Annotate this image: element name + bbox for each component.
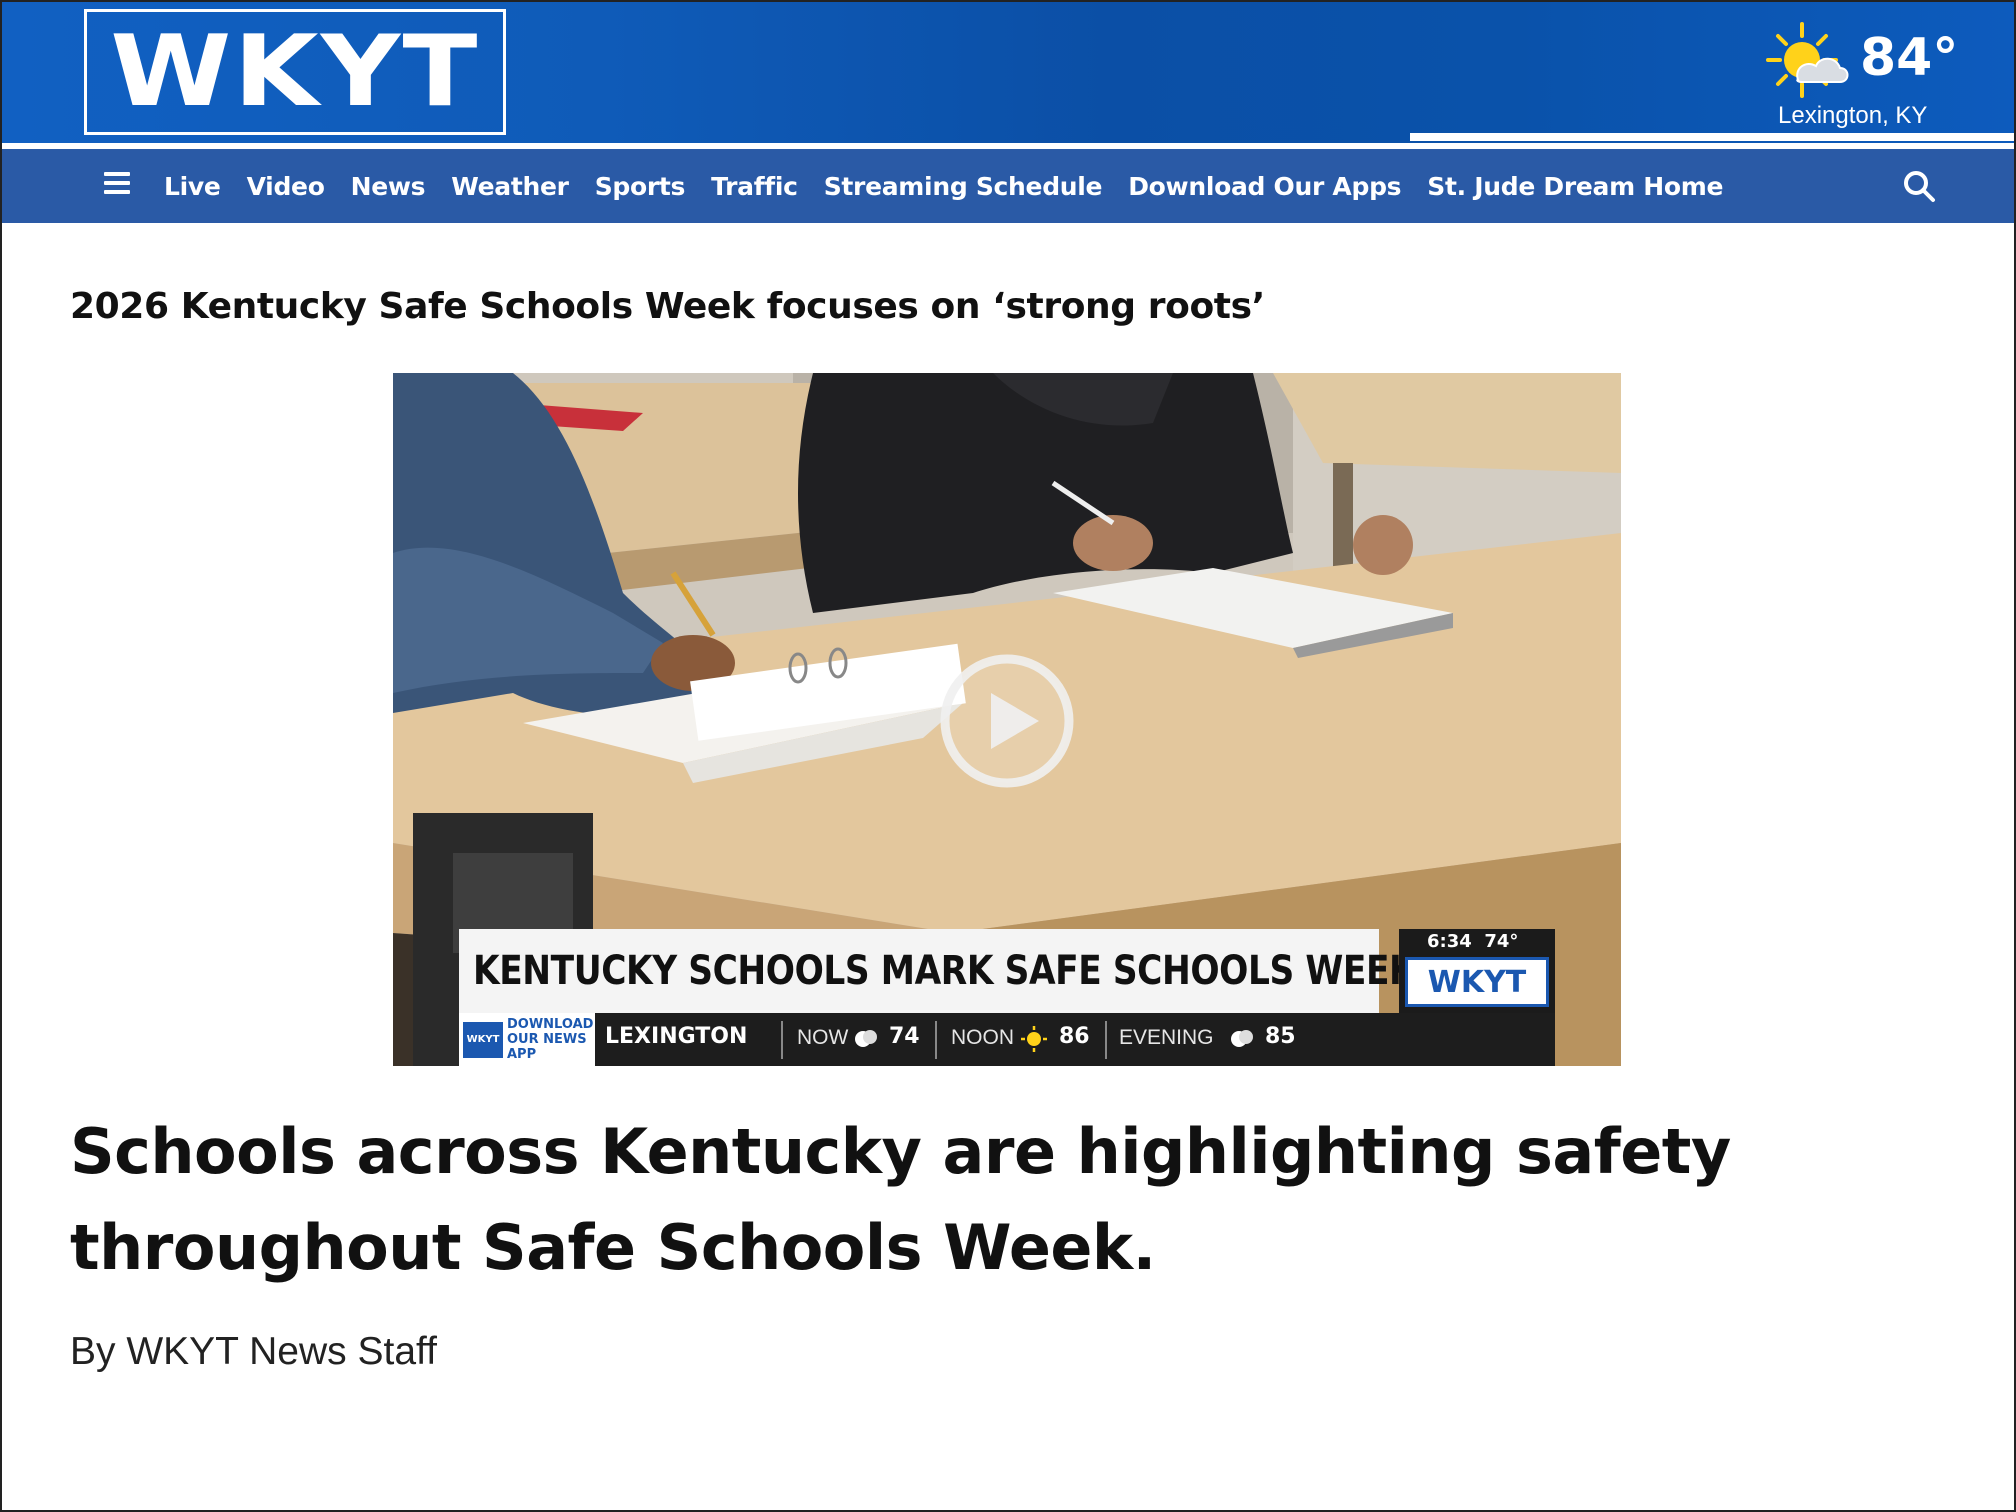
ticker-divider [781,1021,783,1059]
ticker-now-label: NOW [797,1026,849,1049]
hamburger-menu-icon[interactable] [104,172,130,194]
bug-time-temp: 6:34 74° [1427,931,1518,952]
ticker-divider [935,1021,937,1059]
ticker-divider [1105,1021,1107,1059]
ticker-city: LEXINGTON [605,1024,748,1049]
nav-item-weather[interactable]: Weather [451,172,569,201]
article-byline: By WKYT News Staff [70,1330,437,1373]
lower-third-banner: KENTUCKY SCHOOLS MARK SAFE SCHOOLS WEEK [459,929,1416,1013]
nav-item-live[interactable]: Live [164,172,221,201]
nav-items: Live Video News Weather Sports Traffic S… [164,149,1749,223]
sun-icon [1021,1026,1047,1052]
ticker-app-promo: WKYT DOWNLOAD OUR NEWS APP [459,1013,595,1066]
ticker-now-value: 74 [889,1024,920,1049]
weather-temperature: 84° [1860,28,1959,88]
wkyt-logo[interactable]: WKYT [84,9,506,135]
video-player[interactable]: KENTUCKY SCHOOLS MARK SAFE SCHOOLS WEEK … [393,373,1621,1066]
nav-item-news[interactable]: News [351,172,426,201]
article-kicker: 2026 Kentucky Safe Schools Week focuses … [70,286,1265,327]
bug-time: 6:34 [1427,931,1472,952]
cloud-icon [855,1030,877,1047]
cloud-icon [1231,1030,1253,1047]
nav-item-video[interactable]: Video [247,172,325,201]
header-accent-stripe [1410,133,2016,141]
weather-widget[interactable]: 84° Lexington, KY [1760,22,1980,132]
site-header: WKYT 84° Lexington, KY [0,0,2016,143]
ticker-noon-value: 86 [1059,1024,1090,1049]
ticker-evening-value: 85 [1265,1024,1296,1049]
station-bug: 6:34 74° WKYT [1399,929,1555,1013]
search-icon[interactable] [1902,169,1936,203]
weather-location: Lexington, KY [1778,102,1928,129]
ticker-noon-label: NOON [951,1026,1014,1049]
main-nav: Live Video News Weather Sports Traffic S… [0,149,2016,223]
nav-item-streaming-schedule[interactable]: Streaming Schedule [824,172,1103,201]
lower-third-text: KENTUCKY SCHOOLS MARK SAFE SCHOOLS WEEK [473,948,1416,994]
nav-item-download-our-apps[interactable]: Download Our Apps [1128,172,1401,201]
bug-temp: 74° [1484,931,1519,952]
nav-item-st-jude-dream-home[interactable]: St. Jude Dream Home [1427,172,1723,201]
logo-text: WKYT [110,15,480,129]
nav-item-traffic[interactable]: Traffic [711,172,798,201]
weather-ticker: WKYT DOWNLOAD OUR NEWS APP LEXINGTON NOW… [459,1013,1555,1066]
article-headline: Schools across Kentucky are highlighting… [70,1115,1731,1284]
nav-item-sports[interactable]: Sports [595,172,686,201]
ticker-app-logo: WKYT [463,1021,503,1058]
ticker-app-text: DOWNLOAD OUR NEWS APP [507,1017,594,1062]
partly-sunny-icon [1766,22,1849,98]
play-icon[interactable] [939,653,1075,789]
bug-logo: WKYT [1405,957,1549,1007]
ticker-evening-label: EVENING [1119,1026,1214,1049]
